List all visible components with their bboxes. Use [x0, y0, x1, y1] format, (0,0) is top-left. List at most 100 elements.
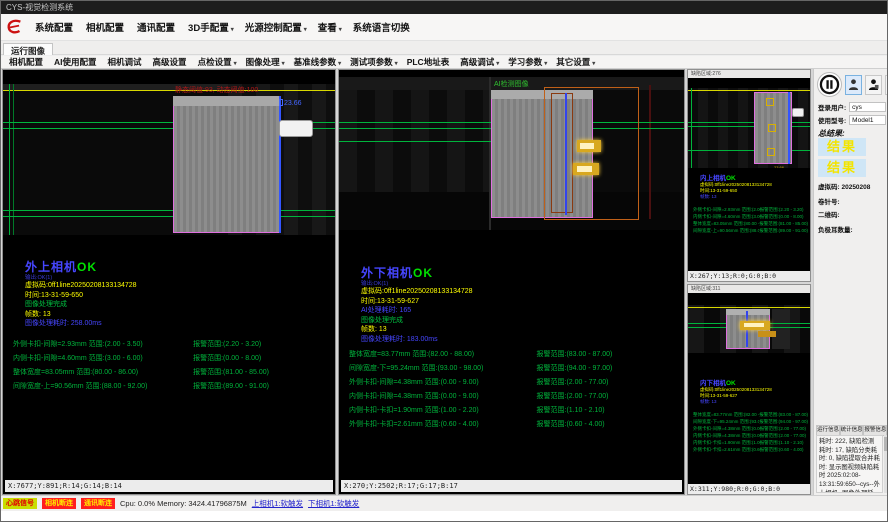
menu-bar: 系统配置相机配置通讯配置 3D手配置▾ 光源控制配置▾ 查看▾ 系统语言切换	[1, 14, 887, 41]
measurement-text: 外侧卡扣-卡扣=2.61mm 范围:(0.60 - 4.00)	[693, 446, 760, 453]
top-camera-trigger-link[interactable]: 上相机1:软触发	[252, 498, 303, 509]
measurement-alarm: 报警范围:(2.20 - 3.20)	[193, 338, 261, 352]
camera-title: 外下相机	[361, 266, 413, 280]
measurement-text: 间隙宽度-上=90.56mm 范围:(88.00 - 92.00)	[693, 227, 759, 234]
measurement-row: 间隙宽度-上=90.56mm 范围:(88.00 - 92.00) 报警范围:(…	[693, 227, 808, 234]
camera-image-outer-top[interactable]: 静态阈值:93, 动态阈值:100 23.66	[3, 84, 335, 235]
mini-header-bottom: 缺陷区域:311	[688, 285, 810, 293]
app-window: CYS-视觉检测系统 系统配置相机配置通讯配置3D手配置▾光源控制配置▾查看▾系…	[0, 0, 888, 522]
measurement-text: 内侧卡扣-间隙=4.60mm 范围:(3.00 - 6.00)	[13, 352, 193, 366]
model-value[interactable]: Model1	[849, 115, 886, 125]
toolbar-item[interactable]: 相机配置	[9, 56, 45, 68]
measurement-row: 整体宽度=83.05mm 范围:(80.00 - 86.00) 报警范围:(81…	[13, 366, 329, 380]
chevron-down-icon: ▾	[544, 61, 547, 67]
measurement-text: 整体宽度=83.77mm 范围:(82.00 - 88.00)	[349, 348, 537, 362]
connector-object	[279, 120, 313, 137]
model-label: 使用型号:	[818, 115, 846, 125]
chevron-down-icon: ▾	[338, 61, 341, 67]
tab-strip: 运行图像	[1, 41, 887, 55]
pixel-readout-left: X:7677;Y:891;R:14;G:14;B:14	[5, 480, 333, 492]
user-login-button[interactable]	[845, 75, 862, 95]
chevron-down-icon: ▾	[496, 61, 499, 67]
measurement-alarm: 报警范围:(94.00 - 97.00)	[537, 362, 613, 376]
measurement-alarm: 报警范围:(81.00 - 85.00)	[759, 220, 808, 227]
measurement-row: 整体宽度=83.77mm 范围:(82.00 - 88.00) 报警范围:(83…	[693, 411, 808, 418]
frame-count: 帧数: 13	[700, 194, 772, 200]
measurement-list: 外侧卡扣-间隙=2.93mm 范围:(2.00 - 3.50) 报警范围:(2.…	[693, 206, 808, 234]
menu-item[interactable]: 相机配置	[86, 20, 126, 34]
chevron-down-icon: ▾	[282, 61, 285, 67]
toolbar-item[interactable]: AI使用配置	[54, 56, 99, 68]
ai-image-label: AI检测图像	[494, 79, 529, 89]
login-user-label: 登录用户:	[818, 102, 846, 112]
menu-item[interactable]: 光源控制配置▾	[245, 20, 307, 34]
menu-item[interactable]: 系统语言切换	[353, 20, 412, 34]
mini-header-top: 缺陷区域:276	[688, 70, 810, 78]
defect-highlight	[758, 331, 776, 337]
camera-view-outer-top[interactable]: 静态阈值:93, 动态阈值:100 23.66 外上相机OK 输出:OK(1) …	[2, 69, 336, 495]
toolbar-item[interactable]: 测试项参数▾	[350, 56, 398, 68]
pixel-readout-inner-bottom: X:311;Y:980;R:0;G:0;B:0	[688, 484, 810, 494]
result-badge-1: 结果	[818, 138, 866, 156]
camera-view-outer-bottom[interactable]: AI检测图像 外下相机OK 输出:OK(1) 虚拟码:0ff1line20250…	[338, 69, 685, 495]
measurement-list: 整体宽度=83.77mm 范围:(82.00 - 88.00) 报警范围:(83…	[349, 348, 678, 432]
measurement-alarm: 报警范围:(2.00 - 77.00)	[537, 390, 609, 404]
capture-time: 时间:13-31-59-650	[25, 291, 137, 301]
menu-item[interactable]: 3D手配置▾	[188, 20, 234, 34]
measurement-row: 内侧卡扣-间隙=4.60mm 范围:(3.00 - 6.00) 报警范围:(0.…	[13, 352, 329, 366]
menu-item[interactable]: 通讯配置	[137, 20, 177, 34]
toolbar-item[interactable]: 图像处理▾	[246, 56, 285, 68]
camera-view-inner-bottom[interactable]: 缺陷区域:311 内下相机OK 虚拟码:0ff1line202502081331…	[687, 284, 811, 495]
roi-cell-region	[173, 96, 281, 233]
run-log-text: 耗时: 222, 缺陷检测耗时: 17, 缺陷分类耗时: 0, 缺陷提取合并耗时…	[816, 435, 883, 493]
login-user-value[interactable]: cys	[849, 102, 886, 112]
camera-title: 内下相机	[700, 380, 726, 387]
measurement-row: 内侧卡扣-间隙=4.38mm 范围:(0.00 - 9.00) 报警范围:(2.…	[693, 432, 808, 439]
negative-tab-count-label: 负极耳数量:	[818, 224, 853, 234]
chevron-down-icon: ▾	[395, 61, 398, 67]
measurement-alarm: 报警范围:(2.00 - 77.00)	[760, 425, 806, 432]
process-done: 图像处理完成	[25, 300, 137, 310]
measurement-text: 内侧卡扣-卡扣=1.90mm 范围:(1.00 - 2.20)	[693, 439, 760, 446]
camera-result-block: 内上相机OK 虚拟码:0ff1line20250208133134728 时间:…	[700, 172, 772, 200]
frame-count: 帧数: 13	[25, 310, 137, 320]
measurement-row: 外侧卡扣-间隙=4.38mm 范围:(0.00 - 9.00) 报警范围:(2.…	[693, 425, 808, 432]
chevron-down-icon: ▾	[339, 27, 342, 33]
toolbar-item[interactable]: 学习参数▾	[508, 56, 547, 68]
measurement-text: 内侧卡扣-间隙=4.38mm 范围:(0.00 - 9.00)	[349, 390, 537, 404]
camera-title: 内上相机	[700, 175, 726, 182]
log-scrollbar[interactable]	[884, 435, 888, 493]
measurement-row: 内侧卡扣-卡扣=1.90mm 范围:(1.00 - 2.20) 报警范围:(1.…	[349, 404, 678, 418]
pause-button[interactable]	[817, 72, 842, 97]
measurement-alarm: 报警范围:(83.00 - 87.00)	[537, 348, 613, 362]
toolbar-item[interactable]: 相机调试	[108, 56, 144, 68]
toolbar-item[interactable]: 点检设置▾	[198, 56, 237, 68]
threshold-overlay-label: 静态阈值:93, 动态阈值:100	[175, 85, 258, 95]
camera-image-inner-top[interactable]: 23.66	[688, 88, 810, 168]
measurement-row: 整体宽度=83.05mm 范围:(80.00 - 86.00) 报警范围:(81…	[693, 220, 808, 227]
toolbar-item[interactable]: PLC地址表	[407, 56, 452, 68]
toolbar-item[interactable]: 其它设置▾	[556, 56, 595, 68]
camera-image-inner-bottom[interactable]	[688, 305, 810, 353]
menu-item[interactable]: 系统配置	[35, 20, 75, 34]
camera-image-outer-bottom[interactable]: AI检测图像	[339, 77, 684, 230]
toolbar-item[interactable]: 高级设置	[153, 56, 189, 68]
measurement-text: 整体宽度=83.05mm 范围:(80.00 - 86.00)	[13, 366, 193, 380]
measurement-text: 内侧卡扣-间隙=4.38mm 范围:(0.00 - 9.00)	[693, 432, 760, 439]
process-done: 图像处理完成	[361, 316, 473, 326]
measurement-alarm: 报警范围:(0.00 - 8.00)	[760, 213, 804, 220]
toolbar-item[interactable]: 基准线参数▾	[294, 56, 342, 68]
camera-view-inner-top[interactable]: 缺陷区域:276 23.66 内上相机OK 虚拟码:0ff1line202502…	[687, 69, 811, 282]
camera-result-block: 内下相机OK 虚拟码:0ff1line20250208133134728 时间:…	[700, 377, 772, 405]
toolbar-item[interactable]: 高级调试▾	[460, 56, 499, 68]
qr-code-label: 二维码:	[818, 209, 840, 219]
bottom-camera-trigger-link[interactable]: 下相机1:软触发	[308, 498, 359, 509]
camera-title: 外上相机	[25, 260, 77, 274]
measurement-text: 间隙宽度-下=95.24mm 范围:(93.00 - 98.00)	[349, 362, 537, 376]
camera-result-block: 外下相机OK 输出:OK(1) 虚拟码:0ff1line202502081331…	[361, 264, 473, 345]
measurement-row: 间隙宽度-下=95.24mm 范围:(93.00 - 98.00) 报警范围:(…	[349, 362, 678, 376]
menu-item[interactable]: 查看▾	[318, 20, 342, 34]
user-manage-button[interactable]	[865, 75, 882, 95]
measurement-list: 整体宽度=83.77mm 范围:(82.00 - 88.00) 报警范围:(83…	[693, 411, 808, 453]
measurement-row: 外侧卡扣-间隙=4.38mm 范围:(0.00 - 9.00) 报警范围:(2.…	[349, 376, 678, 390]
